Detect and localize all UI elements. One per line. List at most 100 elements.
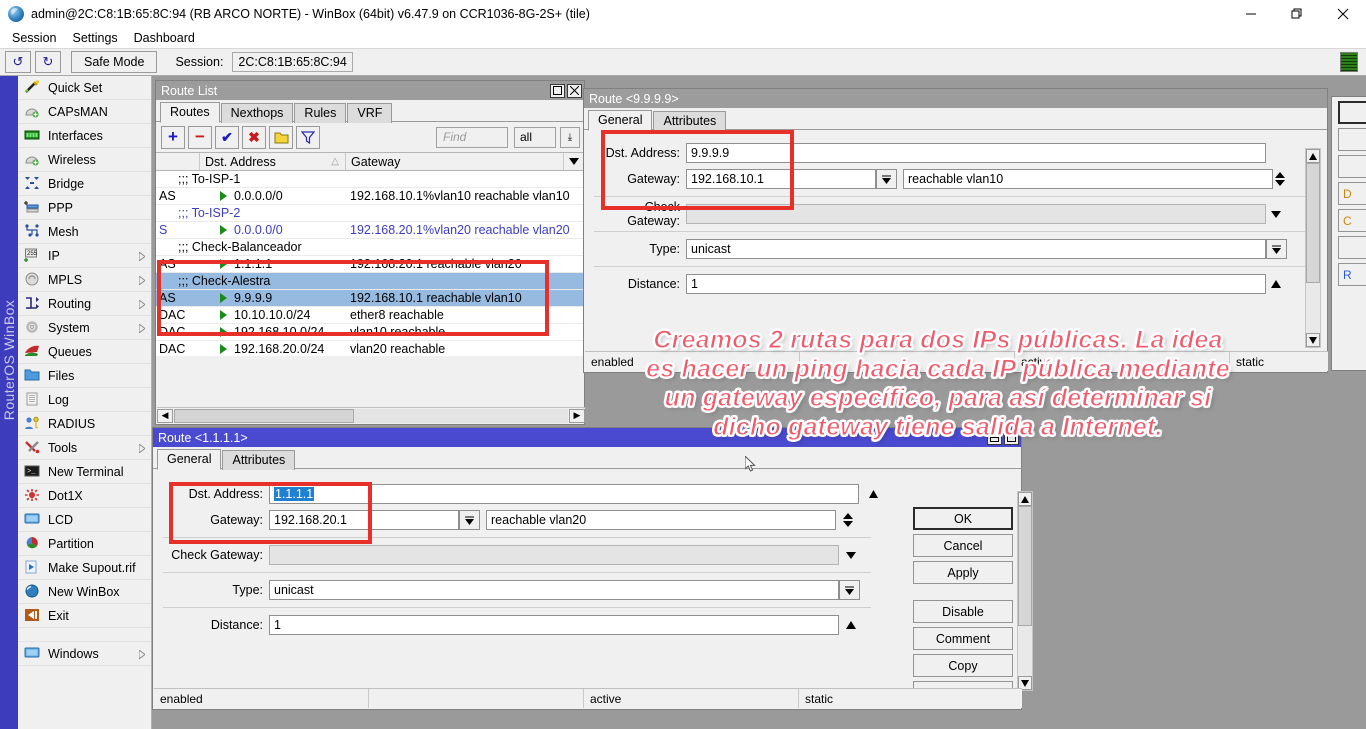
tab-routes[interactable]: Routes <box>160 102 220 123</box>
route-list-hscrollbar[interactable]: ◀ ▶ <box>157 407 585 423</box>
scroll-up-icon[interactable] <box>1018 492 1032 506</box>
route-999-gateway-spinner[interactable] <box>1273 169 1287 189</box>
route-111-tab-attributes[interactable]: Attributes <box>222 450 295 470</box>
tab-nexthops[interactable]: Nexthops <box>221 103 294 123</box>
route-comment-row[interactable]: ;;; Check-Balanceador <box>156 239 584 256</box>
tab-vrf[interactable]: VRF <box>347 103 392 123</box>
search-input[interactable]: Find <box>436 127 508 148</box>
copy-button[interactable]: Copy <box>913 654 1013 677</box>
chevron-down-icon[interactable]: ⤓ <box>560 127 580 148</box>
route-111-vscrollbar[interactable] <box>1017 491 1033 691</box>
route-list-restore-button[interactable] <box>550 84 565 98</box>
sidebar-item-ip[interactable]: 255IP <box>18 244 151 268</box>
vscroll-track[interactable] <box>1018 506 1032 676</box>
scroll-up-icon[interactable] <box>1306 149 1320 163</box>
table-row[interactable]: S0.0.0.0/0192.168.20.1%vlan20 reachable … <box>156 222 584 239</box>
safe-mode-button[interactable]: Safe Mode <box>71 51 157 73</box>
sidebar-item-queues[interactable]: Queues <box>18 340 151 364</box>
sidebar-item-quick-set[interactable]: Quick Set <box>18 76 151 100</box>
route-999-distance-spinner[interactable] <box>1266 280 1286 288</box>
sidebar-item-new-terminal[interactable]: >_New Terminal <box>18 460 151 484</box>
route-999-cancel-button[interactable] <box>1338 128 1366 151</box>
route-999-type-dropdown-icon[interactable] <box>1266 239 1287 259</box>
route-999-type-input[interactable]: unicast <box>686 239 1266 259</box>
route-111-type-dropdown-icon[interactable] <box>839 580 860 600</box>
sidebar-item-files[interactable]: Files <box>18 364 151 388</box>
disable-button[interactable]: Disable <box>913 600 1013 623</box>
route-111-gateway-dropdown-icon[interactable] <box>459 510 480 530</box>
route-999-tab-general[interactable]: General <box>588 110 652 131</box>
route-111-gateway-input[interactable]: 192.168.20.1 <box>269 510 459 530</box>
sidebar-item-tools[interactable]: Tools <box>18 436 151 460</box>
route-999-disable-button[interactable]: D <box>1338 182 1366 205</box>
sidebar-item-mpls[interactable]: MPLS <box>18 268 151 292</box>
route-999-gateway-input[interactable]: 192.168.10.1 <box>686 169 876 189</box>
route-111-dst-spinner-up[interactable] <box>865 490 881 498</box>
menu-settings[interactable]: Settings <box>64 29 125 47</box>
sidebar-item-new-winbox[interactable]: New WinBox <box>18 580 151 604</box>
sidebar-item-partition[interactable]: Partition <box>18 532 151 556</box>
cancel-button[interactable]: Cancel <box>913 534 1013 557</box>
sidebar-item-wireless[interactable]: Wireless <box>18 148 151 172</box>
minimize-button[interactable] <box>1228 0 1274 28</box>
ok-button[interactable]: OK <box>913 507 1013 530</box>
undo-icon[interactable]: ↺ <box>5 51 31 73</box>
sidebar-item-log[interactable]: Log <box>18 388 151 412</box>
remove-route-button[interactable]: − <box>188 126 212 149</box>
route-999-copy-button[interactable] <box>1338 236 1366 259</box>
session-value[interactable]: 2C:C8:1B:65:8C:94 <box>232 52 352 72</box>
tab-rules[interactable]: Rules <box>294 103 346 123</box>
sidebar-item-ppp[interactable]: PPP <box>18 196 151 220</box>
menu-session[interactable]: Session <box>4 29 64 47</box>
sidebar-item-lcd[interactable]: LCD <box>18 508 151 532</box>
route-999-comment-button[interactable]: C <box>1338 209 1366 232</box>
route-111-dst-address-input[interactable]: 1.1.1.1 <box>269 484 859 504</box>
route-999-remove-button[interactable]: R <box>1338 263 1366 286</box>
sidebar-item-dot1x[interactable]: Dot1X <box>18 484 151 508</box>
maximize-restore-button[interactable] <box>1274 0 1320 28</box>
table-row[interactable]: AS0.0.0.0/0192.168.10.1%vlan10 reachable… <box>156 188 584 205</box>
sidebar-item-system[interactable]: System <box>18 316 151 340</box>
route-111-tab-general[interactable]: General <box>157 449 221 470</box>
hscroll-thumb[interactable] <box>174 409 354 423</box>
scroll-down-icon[interactable] <box>1306 333 1320 347</box>
route-999-check-gateway-input[interactable] <box>686 204 1266 224</box>
route-comment-row[interactable]: ;;; Check-Alestra <box>156 273 584 290</box>
route-comment-row[interactable]: ;;; To-ISP-2 <box>156 205 584 222</box>
close-icon[interactable] <box>1320 0 1366 28</box>
route-999-dst-address-input[interactable]: 9.9.9.9 <box>686 143 1266 163</box>
vscroll-track[interactable] <box>1306 163 1320 333</box>
route-999-check-gateway-dropdown-icon[interactable] <box>1266 211 1286 218</box>
redo-icon[interactable]: ↻ <box>35 51 61 73</box>
route-999-tab-attributes[interactable]: Attributes <box>653 111 726 131</box>
route-111-distance-spinner[interactable] <box>839 621 863 629</box>
sidebar-item-routing[interactable]: Routing <box>18 292 151 316</box>
scroll-left-icon[interactable]: ◀ <box>157 409 173 423</box>
route-111-check-gateway-dropdown-icon[interactable] <box>839 552 863 559</box>
add-route-button[interactable]: + <box>161 126 185 149</box>
sidebar-item-windows[interactable]: Windows <box>18 642 151 666</box>
route-999-vscrollbar[interactable] <box>1305 148 1321 348</box>
table-row[interactable]: AS9.9.9.9192.168.10.1 reachable vlan10 <box>156 290 584 307</box>
comment-button[interactable]: Comment <box>913 627 1013 650</box>
table-row[interactable]: DAC192.168.10.0/24vlan10 reachable <box>156 324 584 341</box>
sidebar-item-radius[interactable]: RADIUS <box>18 412 151 436</box>
route-comment-row[interactable]: ;;; To-ISP-1 <box>156 171 584 188</box>
sidebar-item-exit[interactable]: Exit <box>18 604 151 628</box>
sidebar-item-mesh[interactable]: Mesh <box>18 220 151 244</box>
sidebar-item-capsman[interactable]: CAPsMAN <box>18 100 151 124</box>
route-999-ok-button[interactable] <box>1338 101 1366 124</box>
column-gateway[interactable]: Gateway <box>346 153 563 170</box>
route-list-close-icon[interactable] <box>567 84 582 98</box>
column-dst-address[interactable]: Dst. Address △ <box>200 153 346 170</box>
route-111-distance-input[interactable]: 1 <box>269 615 839 635</box>
column-options-icon[interactable] <box>563 153 584 170</box>
route-999-apply-button[interactable] <box>1338 155 1366 178</box>
sidebar-item-bridge[interactable]: Bridge <box>18 172 151 196</box>
route-999-titlebar[interactable]: Route <9.9.9.9> <box>584 89 1327 108</box>
route-999-distance-input[interactable]: 1 <box>686 274 1266 294</box>
comment-folder-icon[interactable] <box>269 126 293 149</box>
sidebar-item-interfaces[interactable]: Interfaces <box>18 124 151 148</box>
table-row[interactable]: AS1.1.1.1192.168.20.1 reachable vlan20 <box>156 256 584 273</box>
vscroll-thumb[interactable] <box>1018 506 1032 626</box>
